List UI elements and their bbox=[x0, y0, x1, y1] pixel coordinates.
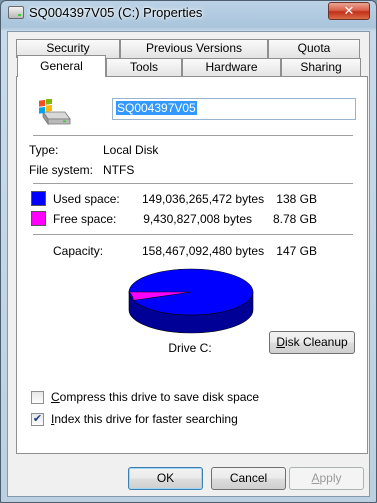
compress-label[interactable]: Compress this drive to save disk space bbox=[51, 390, 259, 404]
disk-usage-pie-chart bbox=[128, 268, 254, 334]
file-system-label: File system: bbox=[29, 163, 94, 177]
volume-name-selected-text: SQ004397V05 bbox=[116, 101, 197, 115]
tab-previous-versions[interactable]: Previous Versions bbox=[120, 39, 268, 58]
used-space-label: Used space: bbox=[53, 192, 120, 206]
tab-quota[interactable]: Quota bbox=[268, 39, 360, 58]
hard-drive-icon bbox=[39, 99, 71, 126]
general-panel: SQ004397V05 Type: Local Disk File system… bbox=[16, 76, 368, 454]
apply-button[interactable]: Apply bbox=[289, 467, 364, 490]
used-space-swatch bbox=[31, 191, 46, 206]
ok-button[interactable]: OK bbox=[128, 467, 203, 490]
separator bbox=[33, 234, 353, 235]
capacity-label: Capacity: bbox=[53, 244, 104, 258]
type-label: Type: bbox=[29, 143, 59, 157]
close-button[interactable]: ✕ bbox=[328, 2, 370, 20]
separator bbox=[33, 135, 353, 136]
free-space-size: 8.78 GB bbox=[272, 212, 317, 226]
tab-tools[interactable]: Tools bbox=[106, 58, 182, 77]
free-space-swatch bbox=[31, 211, 46, 226]
used-space-bytes: 149,036,265,472 bytes bbox=[142, 192, 265, 206]
window-title: SQ004397V05 (C:) Properties bbox=[29, 5, 203, 20]
tab-hardware[interactable]: Hardware bbox=[182, 58, 281, 77]
volume-name-input[interactable]: SQ004397V05 bbox=[112, 98, 356, 120]
used-space-size: 138 GB bbox=[276, 192, 317, 206]
tab-general[interactable]: General bbox=[17, 55, 106, 77]
capacity-bytes: 158,467,092,480 bytes bbox=[142, 244, 265, 258]
disk-cleanup-button[interactable]: Disk Cleanup bbox=[269, 331, 355, 354]
index-label[interactable]: Index this drive for faster searching bbox=[51, 412, 238, 426]
file-system-value: NTFS bbox=[103, 163, 135, 177]
title-bar[interactable]: SQ004397V05 (C:) Properties ✕ bbox=[1, 1, 376, 27]
tab-sharing[interactable]: Sharing bbox=[281, 58, 361, 77]
properties-window: SQ004397V05 (C:) Properties ✕ Security P… bbox=[0, 0, 377, 503]
dialog-body: Security Previous Versions Quota General… bbox=[7, 31, 370, 497]
capacity-size: 147 GB bbox=[276, 244, 317, 258]
free-space-label: Free space: bbox=[53, 212, 117, 226]
compress-checkbox[interactable] bbox=[31, 391, 44, 404]
cancel-button[interactable]: Cancel bbox=[211, 467, 286, 490]
separator bbox=[33, 183, 353, 184]
drive-app-icon bbox=[8, 6, 24, 19]
checkmark-icon: ✔ bbox=[32, 413, 43, 425]
free-space-bytes: 9,430,827,008 bytes bbox=[143, 212, 252, 226]
type-value: Local Disk bbox=[103, 143, 159, 157]
index-checkbox[interactable]: ✔ bbox=[31, 413, 44, 426]
